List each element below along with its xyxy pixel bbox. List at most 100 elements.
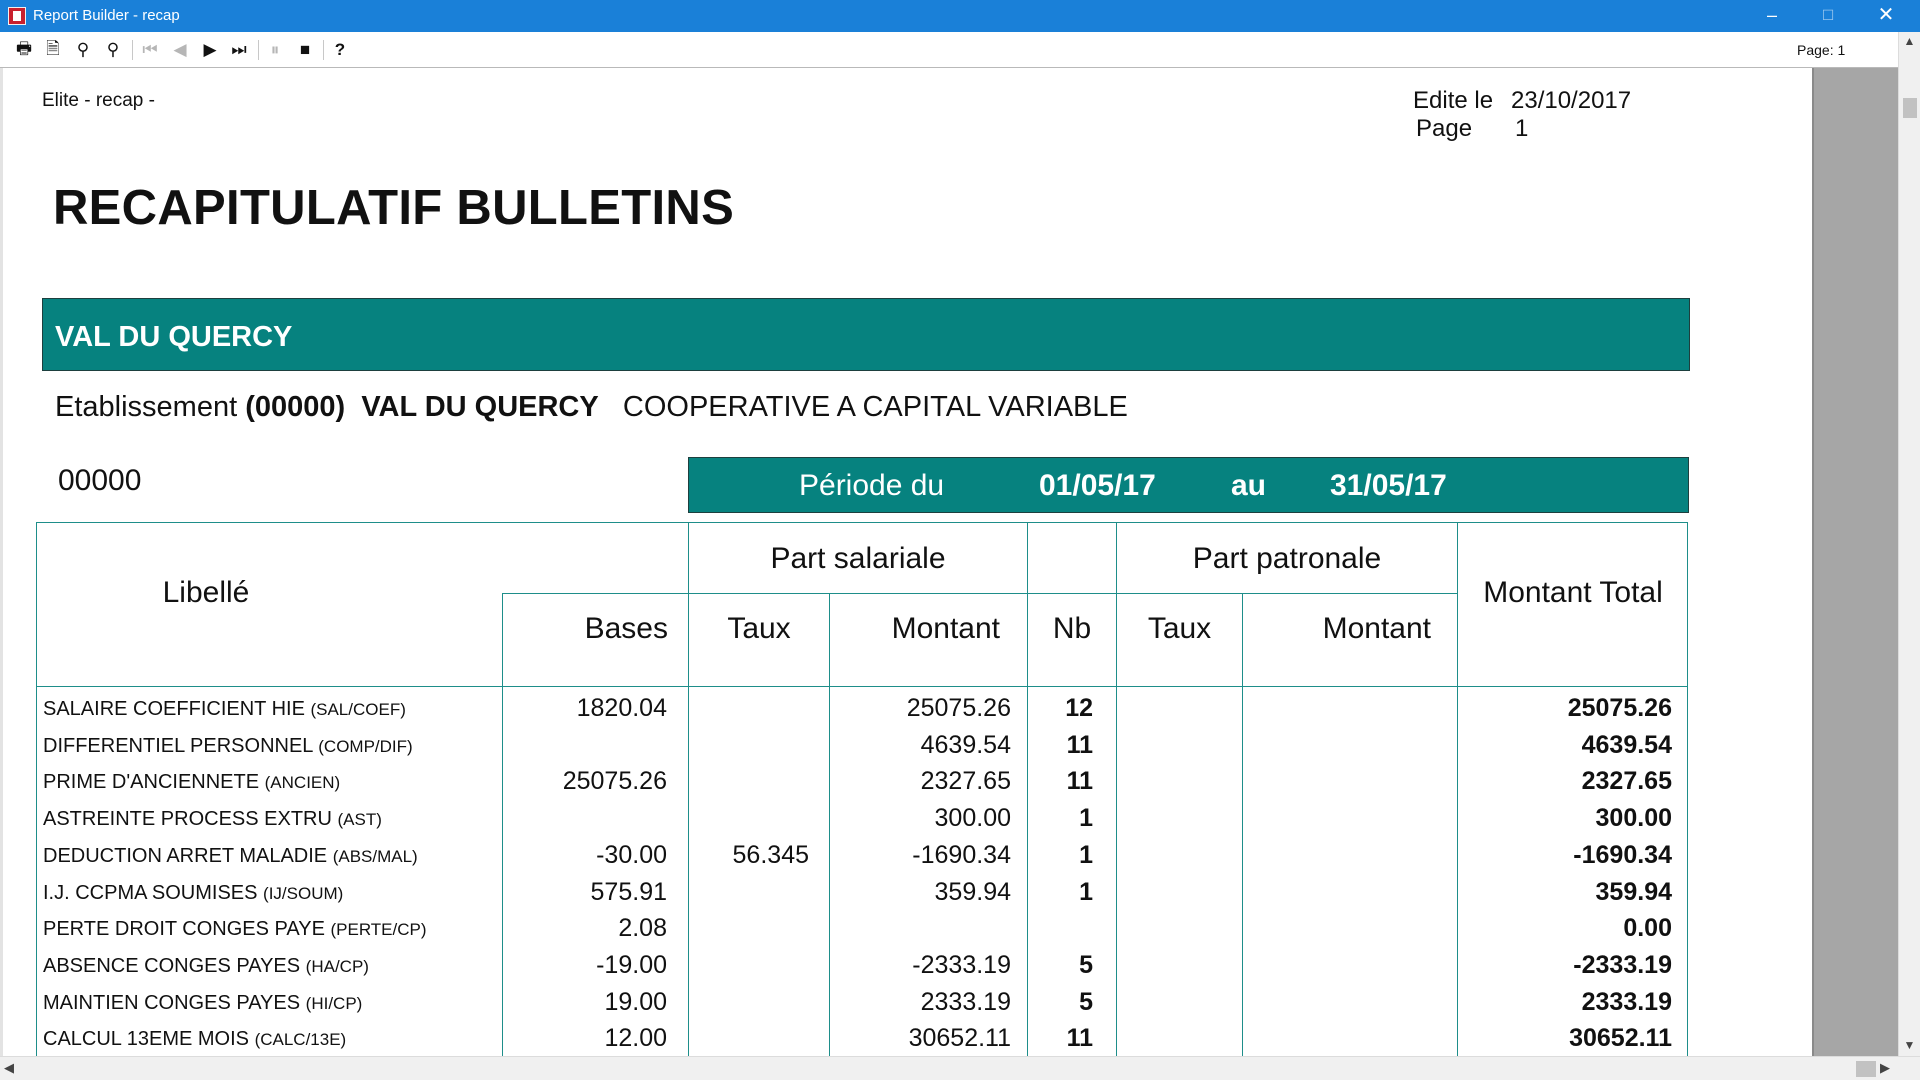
row-code: (SAL/COEF) — [310, 700, 406, 719]
last-page-icon[interactable]: ⏭ — [225, 37, 253, 63]
cell-total: 359.94 — [1595, 878, 1672, 906]
minimize-button[interactable]: – — [1744, 0, 1800, 32]
maximize-button[interactable]: ☐ — [1800, 0, 1856, 32]
row-label: DIFFERENTIEL PERSONNEL (COMP/DIF) — [43, 735, 413, 758]
horizontal-scroll-thumb[interactable] — [1856, 1061, 1876, 1077]
cell-montant: 300.00 — [934, 804, 1011, 832]
period-to-label: au — [1231, 469, 1267, 502]
header-part-salariale: Part salariale — [770, 542, 946, 575]
page-label: Page — [1416, 115, 1473, 142]
etablissement-name: VAL DU QUERCY — [361, 391, 599, 423]
report-title: RECAPITULATIF BULLETINS — [53, 181, 735, 235]
cell-montant: -1690.34 — [912, 841, 1011, 869]
company-name: VAL DU QUERCY — [55, 321, 293, 353]
app-icon — [8, 7, 26, 25]
header-taux-patronal: Taux — [1147, 612, 1212, 645]
table-row: ASTREINTE PROCESS EXTRU (AST) 300.00 1 3… — [3, 804, 1812, 840]
scroll-up-icon[interactable]: ▲ — [1899, 34, 1920, 54]
cell-bases: 19.00 — [604, 988, 667, 1016]
header-montant-patronal: Montant — [1322, 612, 1431, 645]
row-code: (COMP/DIF) — [318, 737, 413, 756]
scroll-right-icon[interactable]: ▶ — [1880, 1060, 1890, 1076]
period-label: Période du — [799, 469, 945, 502]
page-indicator: Page: 1 — [1797, 42, 1846, 58]
toolbar: 🖶 🗎 ⚲ ⚲ ⏮ ◀ ▶ ⏭ ⏸ ■ ? Page: 1 — [0, 32, 1920, 68]
row-code: (IJ/SOUM) — [263, 884, 344, 903]
header-part-patronale: Part patronale — [1192, 542, 1382, 575]
row-label: DEDUCTION ARRET MALADIE (ABS/MAL) — [43, 845, 418, 868]
row-label-text: CALCUL 13EME MOIS — [43, 1028, 249, 1050]
first-page-icon[interactable]: ⏮ — [136, 37, 164, 63]
cell-bases: -30.00 — [596, 841, 667, 869]
cell-nb: 1 — [1079, 804, 1093, 832]
row-label-text: ASTREINTE PROCESS EXTRU — [43, 808, 332, 830]
row-label: ABSENCE CONGES PAYES (HA/CP) — [43, 955, 369, 978]
cell-montant: 2333.19 — [920, 988, 1011, 1016]
cell-bases: -19.00 — [596, 951, 667, 979]
report-header-left: Elite - recap - — [42, 90, 155, 111]
stop-icon[interactable]: ■ — [291, 37, 319, 63]
next-page-icon[interactable]: ▶ — [196, 37, 224, 63]
table-row: MAINTIEN CONGES PAYES (HI/CP) 19.00 2333… — [3, 988, 1812, 1024]
row-label-text: DEDUCTION ARRET MALADIE — [43, 845, 328, 867]
etablissement-label: Etablissement — [55, 391, 238, 423]
table-row: PERTE DROIT CONGES PAYE (PERTE/CP) 2.08 … — [3, 914, 1812, 950]
row-label-text: SALAIRE COEFFICIENT HIE — [43, 698, 305, 720]
cell-bases: 1820.04 — [576, 694, 667, 722]
establishment-number: 00000 — [58, 464, 142, 497]
period-start: 01/05/17 — [1039, 469, 1156, 502]
row-code: (ANCIEN) — [264, 773, 341, 792]
header-montant-salarial: Montant — [891, 612, 1000, 645]
etablissement-description: COOPERATIVE A CAPITAL VARIABLE — [622, 391, 1128, 423]
row-code: (HA/CP) — [305, 957, 369, 976]
vertical-scrollbar[interactable]: ▲ ▼ — [1898, 32, 1920, 1056]
row-label-text: MAINTIEN CONGES PAYES — [43, 992, 301, 1014]
previous-page-icon[interactable]: ◀ — [166, 37, 194, 63]
cell-nb: 11 — [1066, 767, 1093, 795]
row-label: MAINTIEN CONGES PAYES (HI/CP) — [43, 992, 362, 1015]
preview-background — [1812, 68, 1898, 1056]
help-icon[interactable]: ? — [326, 37, 354, 63]
page-setup-icon[interactable]: 🗎 — [39, 37, 67, 63]
row-label-text: DIFFERENTIEL PERSONNEL — [43, 735, 313, 757]
cell-montant: 30652.11 — [908, 1024, 1011, 1052]
title-bar: Report Builder - recap – ☐ ✕ — [0, 0, 1920, 32]
table-subheader-line — [502, 593, 1457, 594]
header-taux-salarial: Taux — [727, 612, 791, 645]
period-end: 31/05/17 — [1330, 469, 1447, 502]
pause-icon[interactable]: ⏸ — [261, 37, 289, 63]
scroll-left-icon[interactable]: ◀ — [4, 1060, 14, 1076]
zoom-out-icon[interactable]: ⚲ — [99, 37, 127, 63]
table-row: PRIME D'ANCIENNETE (ANCIEN) 25075.26 232… — [3, 767, 1812, 803]
window-title: Report Builder - recap — [33, 7, 180, 24]
cell-nb: 1 — [1079, 841, 1093, 869]
row-label-text: PRIME D'ANCIENNETE — [43, 771, 260, 793]
close-button[interactable]: ✕ — [1858, 0, 1914, 32]
table-border-top — [36, 522, 1688, 523]
table-row: SALAIRE COEFFICIENT HIE (SAL/COEF) 1820.… — [3, 694, 1812, 730]
header-libelle: Libellé — [162, 576, 250, 609]
cell-total: -1690.34 — [1573, 841, 1672, 869]
cell-nb: 11 — [1066, 731, 1093, 759]
row-label-text: ABSENCE CONGES PAYES — [43, 955, 301, 977]
row-code: (AST) — [337, 810, 382, 829]
row-code: (PERTE/CP) — [330, 920, 427, 939]
row-label: ASTREINTE PROCESS EXTRU (AST) — [43, 808, 382, 831]
etablissement-code: (00000) — [245, 391, 346, 423]
row-code: (CALC/13E) — [254, 1030, 347, 1049]
cell-montant: -2333.19 — [912, 951, 1011, 979]
company-banner: VAL DU QUERCY — [42, 298, 1690, 371]
vertical-scroll-thumb[interactable] — [1903, 98, 1917, 118]
scroll-down-icon[interactable]: ▼ — [1899, 1038, 1920, 1056]
etablissement-line: Etablissement (00000) VAL DU QUERCY COOP… — [55, 391, 1128, 424]
horizontal-scrollbar[interactable]: ◀ ▶ — [0, 1056, 1920, 1080]
cell-montant: 4639.54 — [920, 731, 1011, 759]
print-icon[interactable]: 🖶 — [10, 37, 38, 63]
zoom-in-icon[interactable]: ⚲ — [69, 37, 97, 63]
table-row: I.J. CCPMA SOUMISES (IJ/SOUM) 575.91 359… — [3, 878, 1812, 914]
cell-nb: 11 — [1066, 1024, 1093, 1052]
cell-nb: 12 — [1065, 694, 1093, 722]
cell-nb: 5 — [1079, 988, 1093, 1016]
cell-montant: 2327.65 — [920, 767, 1011, 795]
table-row: DEDUCTION ARRET MALADIE (ABS/MAL) -30.00… — [3, 841, 1812, 877]
